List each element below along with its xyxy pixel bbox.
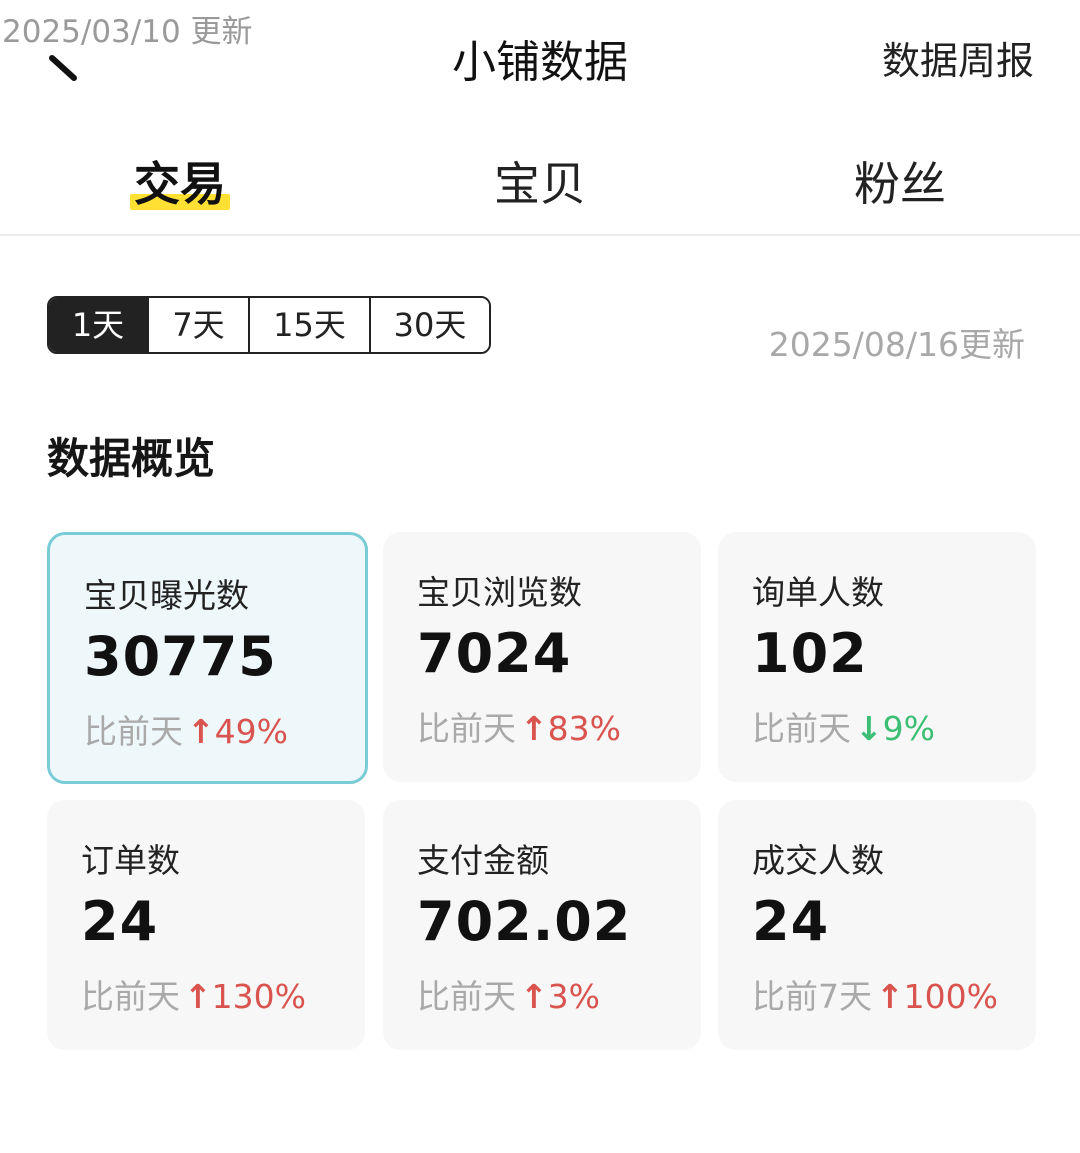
weekly-report-link[interactable]: 数据周报 [882, 30, 1034, 85]
arrow-up-icon: ↑ [876, 977, 904, 1016]
period-7-day-button[interactable]: 7天 [149, 298, 250, 352]
tab-items[interactable]: 宝贝 [420, 148, 660, 218]
tab-items-label: 宝贝 [494, 157, 586, 211]
change-percent: 9% [882, 709, 936, 748]
metric-compare: 比前天 ↓9% [752, 702, 935, 750]
period-1-day-button[interactable]: 1天 [49, 298, 149, 352]
tab-transactions[interactable]: 交易 [60, 148, 300, 218]
metric-card-inquiries[interactable]: 询单人数 102 比前天 ↓9% [718, 532, 1036, 782]
metric-value: 24 [81, 890, 159, 953]
metric-compare: 比前天 ↑83% [417, 702, 621, 750]
compare-label: 比前天 [84, 712, 183, 751]
metric-compare: 比前天 ↑49% [84, 705, 288, 753]
metric-compare: 比前天 ↑130% [81, 970, 306, 1018]
compare-label: 比前天 [417, 977, 516, 1016]
tab-transactions-label: 交易 [134, 157, 226, 211]
metric-value: 24 [752, 890, 830, 953]
period-30-day-button[interactable]: 30天 [371, 298, 489, 352]
arrow-up-icon: ↑ [520, 709, 548, 748]
metric-card-exposure[interactable]: 宝贝曝光数 30775 比前天 ↑49% [47, 532, 368, 784]
arrow-up-icon: ↑ [187, 712, 215, 751]
arrow-up-icon: ↑ [520, 977, 548, 1016]
metric-compare: 比前天 ↑3% [417, 970, 600, 1018]
period-15-day-button[interactable]: 15天 [250, 298, 371, 352]
metric-label: 宝贝曝光数 [84, 576, 249, 615]
period-selector: 1天 7天 15天 30天 [47, 296, 491, 354]
metric-value: 7024 [417, 622, 572, 685]
section-title: 数据概览 [47, 434, 216, 483]
compare-label: 比前天 [417, 709, 516, 748]
metric-label: 订单数 [81, 841, 180, 880]
metric-card-buyers[interactable]: 成交人数 24 比前7天 ↑100% [718, 800, 1036, 1050]
tab-fans-label: 粉丝 [854, 157, 946, 211]
arrow-down-icon: ↓ [855, 709, 883, 748]
update-time: 2025/08/16更新 [768, 325, 1025, 364]
compare-label: 比前天 [752, 709, 851, 748]
arrow-up-icon: ↑ [184, 977, 212, 1016]
tab-fans[interactable]: 粉丝 [780, 148, 1020, 218]
change-percent: 130% [211, 977, 306, 1016]
change-percent: 100% [903, 977, 998, 1016]
metric-value: 702.02 [417, 890, 632, 953]
change-percent: 83% [547, 709, 622, 748]
metric-value: 30775 [84, 625, 277, 688]
compare-label: 比前7天 [752, 977, 872, 1016]
metric-card-views[interactable]: 宝贝浏览数 7024 比前天 ↑83% [383, 532, 701, 782]
metric-card-orders[interactable]: 订单数 24 比前天 ↑130% [47, 800, 365, 1050]
compare-label: 比前天 [81, 977, 180, 1016]
metric-label: 成交人数 [752, 841, 884, 880]
metric-compare: 比前7天 ↑100% [752, 970, 998, 1018]
change-percent: 49% [214, 712, 289, 751]
tab-bar: 交易 宝贝 粉丝 [0, 130, 1080, 236]
change-percent: 3% [547, 977, 601, 1016]
metric-card-payment-amount[interactable]: 支付金额 702.02 比前天 ↑3% [383, 800, 701, 1050]
metric-label: 宝贝浏览数 [417, 573, 582, 612]
metric-label: 支付金额 [417, 841, 549, 880]
metric-label: 询单人数 [752, 573, 884, 612]
metric-value: 102 [752, 622, 868, 685]
